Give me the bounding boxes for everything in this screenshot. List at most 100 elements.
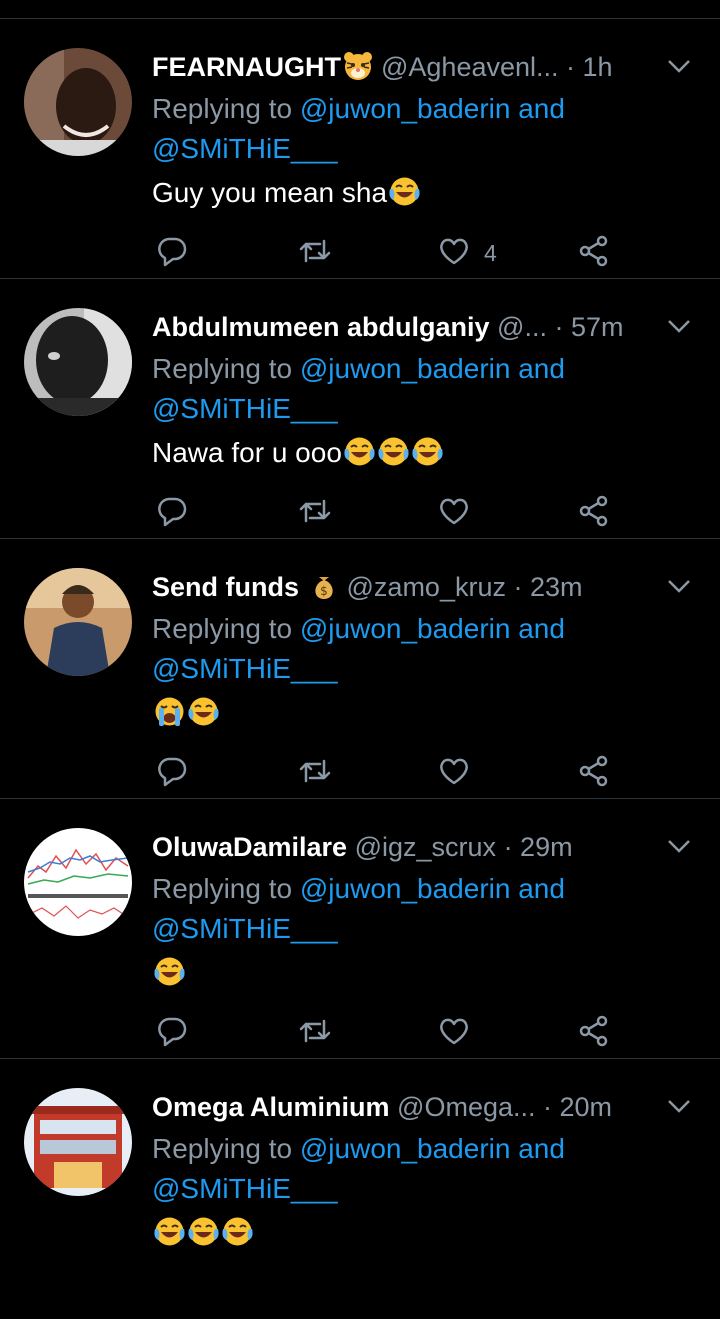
heart-icon [438, 755, 470, 792]
reply-feed: FEARNAUGHT @Agheavenl... · 1h Replying to… [0, 19, 720, 1319]
tweet-text [152, 693, 220, 733]
display-name[interactable]: FEARNAUGHT [152, 52, 341, 82]
reply-button[interactable] [156, 493, 188, 533]
chevron-down-icon[interactable] [666, 573, 692, 604]
tweet-actions [152, 753, 632, 793]
tweet[interactable]: Omega Aluminium @Omega... · 20m Replying… [0, 1059, 720, 1319]
tweet-text [152, 953, 186, 993]
replying-to: Replying to @juwon_baderin and @SMiTHiE__… [152, 869, 632, 949]
replying-to: Replying to @juwon_baderin and @SMiTHiE__… [152, 349, 632, 429]
joy-emoji [388, 175, 421, 208]
share-button[interactable] [578, 753, 610, 793]
chevron-down-icon[interactable] [666, 833, 692, 864]
display-name[interactable]: Abdulmumeen abdulganiy [152, 312, 490, 342]
replying-label: Replying to [152, 353, 293, 384]
tweet-actions [152, 493, 632, 533]
reply-icon [156, 1015, 188, 1052]
replying-label: Replying to [152, 93, 293, 124]
replying-to: Replying to @juwon_baderin and @SMiTHiE__… [152, 609, 632, 689]
tweet[interactable]: OluwaDamilare @igz_scrux · 29m Replying … [0, 799, 720, 1059]
heart-icon [438, 235, 470, 272]
joy-emoji [187, 1215, 220, 1248]
timestamp[interactable]: · 23m [514, 572, 583, 602]
mention-link[interactable]: @SMiTHiE___ [152, 913, 338, 944]
replying-label: Replying to [152, 613, 293, 644]
mention-link[interactable]: @juwon_baderin and [300, 353, 565, 384]
tweet-actions [152, 1013, 632, 1053]
top-divider [0, 0, 720, 19]
retweet-icon [298, 235, 332, 272]
mention-link[interactable]: @SMiTHiE___ [152, 393, 338, 424]
tweet[interactable]: Abdulmumeen abdulganiy @... · 57m Replyi… [0, 279, 720, 539]
tweet-text-content: Nawa for u ooo [152, 437, 342, 468]
share-button[interactable] [578, 493, 610, 533]
replying-label: Replying to [152, 873, 293, 904]
reply-button[interactable] [156, 753, 188, 793]
tweet-text-content: Guy you mean sha [152, 177, 388, 208]
display-name[interactable]: OluwaDamilare [152, 832, 347, 862]
tweet-text: Nawa for u ooo [152, 433, 444, 473]
replying-label: Replying to [152, 1133, 293, 1164]
tweet-actions: 4 [152, 233, 632, 273]
reply-icon [156, 755, 188, 792]
handle[interactable]: @Omega... [397, 1092, 535, 1122]
handle[interactable]: @Agheavenl... [381, 52, 559, 82]
reply-button[interactable] [156, 1013, 188, 1053]
share-icon [578, 755, 610, 792]
avatar[interactable] [24, 828, 132, 936]
handle[interactable]: @zamo_kruz [347, 572, 506, 602]
svg-text:$: $ [320, 584, 328, 598]
joy-emoji [153, 1215, 186, 1248]
like-button[interactable] [438, 1013, 470, 1053]
share-button[interactable] [578, 1013, 610, 1053]
chevron-down-icon[interactable] [666, 1093, 692, 1124]
joy-emoji [221, 1215, 254, 1248]
joy-emoji [153, 955, 186, 988]
retweet-button[interactable] [298, 493, 332, 533]
timestamp[interactable]: · 1h [566, 52, 613, 82]
heart-icon [438, 1015, 470, 1052]
reply-button[interactable] [156, 233, 188, 273]
chevron-down-icon[interactable] [666, 53, 692, 84]
timestamp[interactable]: · 20m [543, 1092, 612, 1122]
handle[interactable]: @igz_scrux [355, 832, 496, 862]
timestamp[interactable]: · 29m [504, 832, 573, 862]
chevron-down-icon[interactable] [666, 313, 692, 344]
mention-link[interactable]: @juwon_baderin and [300, 93, 565, 124]
tweet-header: Send funds $ @zamo_kruz · 23m [152, 569, 662, 605]
display-name[interactable]: Send funds [152, 572, 299, 602]
like-count: 4 [484, 239, 497, 266]
mention-link[interactable]: @SMiTHiE___ [152, 1173, 338, 1204]
mention-link[interactable]: @juwon_baderin and [300, 1133, 565, 1164]
share-icon [578, 495, 610, 532]
mention-link[interactable]: @juwon_baderin and [300, 613, 565, 644]
avatar[interactable] [24, 1088, 132, 1196]
like-button[interactable] [438, 753, 470, 793]
tweet[interactable]: Send funds $ @zamo_kruz · 23m Replying to… [0, 539, 720, 799]
heart-icon [438, 495, 470, 532]
mention-link[interactable]: @SMiTHiE___ [152, 653, 338, 684]
tweet-header: OluwaDamilare @igz_scrux · 29m [152, 829, 662, 865]
avatar[interactable] [24, 308, 132, 416]
tweet-text: Guy you mean sha [152, 173, 421, 213]
tweet[interactable]: FEARNAUGHT @Agheavenl... · 1h Replying to… [0, 19, 720, 279]
retweet-button[interactable] [298, 233, 332, 273]
like-button[interactable]: 4 [438, 233, 497, 273]
mention-link[interactable]: @juwon_baderin and [300, 873, 565, 904]
timestamp[interactable]: · 57m [554, 312, 623, 342]
avatar[interactable] [24, 48, 132, 156]
display-name[interactable]: Omega Aluminium [152, 1092, 390, 1122]
retweet-button[interactable] [298, 753, 332, 793]
like-button[interactable] [438, 493, 470, 533]
handle[interactable]: @... [497, 312, 547, 342]
share-button[interactable] [578, 233, 610, 273]
tweet-header: Abdulmumeen abdulganiy @... · 57m [152, 309, 662, 345]
mention-link[interactable]: @SMiTHiE___ [152, 133, 338, 164]
retweet-icon [298, 755, 332, 792]
avatar[interactable] [24, 568, 132, 676]
replying-to: Replying to @juwon_baderin and @SMiTHiE__… [152, 89, 632, 169]
tweet-header: FEARNAUGHT @Agheavenl... · 1h [152, 49, 662, 85]
retweet-button[interactable] [298, 1013, 332, 1053]
retweet-icon [298, 495, 332, 532]
reply-icon [156, 235, 188, 272]
